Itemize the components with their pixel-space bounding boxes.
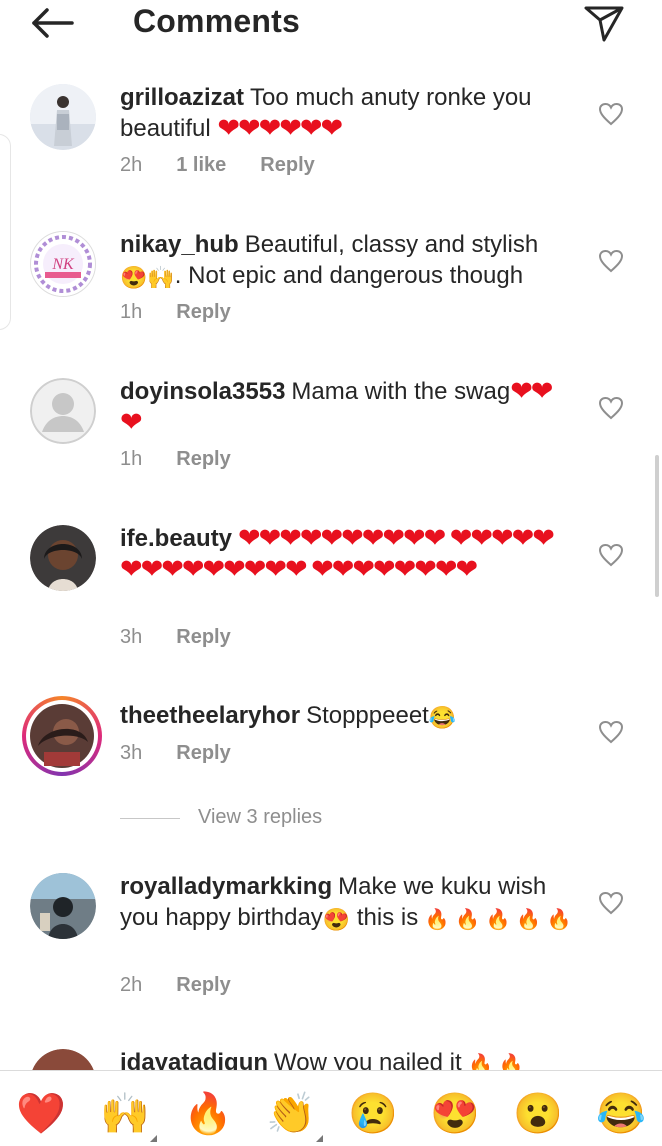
comment-username[interactable]: royalladymarkking	[120, 873, 332, 900]
comment-time: 1h	[120, 448, 143, 470]
avatar[interactable]	[22, 696, 102, 776]
comment-text: Beautiful, classy and stylish	[244, 231, 539, 258]
comment-time: 2h	[120, 154, 143, 176]
page-title: Comments	[133, 3, 300, 39]
comment-likes[interactable]: 1 like	[176, 154, 226, 176]
reply-button[interactable]: Reply	[176, 742, 230, 764]
comment-username[interactable]: nikay_hub	[120, 231, 239, 258]
laughing-emoji: 😂	[428, 705, 457, 730]
like-heart-icon[interactable]	[598, 102, 624, 126]
reaction-heart-eyes[interactable]: 😍	[430, 1089, 480, 1139]
heart-eyes-emoji: 😍	[322, 907, 351, 932]
fire-emoji: 🔥 🔥 🔥 🔥 🔥	[424, 909, 572, 931]
reply-button[interactable]: Reply	[176, 301, 230, 323]
reaction-raised-hands[interactable]: 🙌	[100, 1089, 150, 1139]
comment-time: 3h	[120, 626, 143, 648]
heart-eyes-emoji: 😍🙌	[120, 265, 175, 290]
avatar[interactable]	[30, 525, 96, 591]
avatar[interactable]	[30, 873, 96, 939]
reply-button[interactable]: Reply	[260, 154, 314, 176]
view-replies-label: View 3 replies	[198, 806, 323, 828]
back-arrow-icon[interactable]	[30, 6, 76, 40]
comment-text: this is	[350, 904, 425, 931]
avatar[interactable]	[30, 84, 96, 150]
comment-text: Stopppeeet	[306, 702, 429, 729]
comment-time: 1h	[120, 301, 143, 323]
comment-username[interactable]: doyinsola3553	[120, 378, 285, 405]
like-heart-icon[interactable]	[598, 720, 624, 744]
like-heart-icon[interactable]	[598, 891, 624, 915]
like-heart-icon[interactable]	[598, 249, 624, 273]
reply-button[interactable]: Reply	[176, 626, 230, 648]
side-panel-handle[interactable]	[0, 134, 11, 330]
reaction-fire[interactable]: 🔥	[183, 1089, 233, 1139]
reaction-heart[interactable]: ❤️	[16, 1089, 66, 1139]
variant-indicator-icon	[316, 1135, 323, 1142]
svg-text:NK: NK	[51, 256, 75, 273]
comment-username[interactable]: ife.beauty	[120, 525, 232, 552]
comment-username[interactable]: grilloazizat	[120, 84, 244, 111]
variant-indicator-icon	[150, 1135, 157, 1142]
comment-text: . Not epic and dangerous though	[174, 262, 524, 289]
send-icon[interactable]	[582, 3, 626, 43]
reply-button[interactable]: Reply	[176, 448, 230, 470]
reaction-clapping[interactable]: 👏	[266, 1089, 316, 1139]
avatar[interactable]	[30, 378, 96, 444]
like-heart-icon[interactable]	[598, 396, 624, 420]
reply-button[interactable]: Reply	[176, 974, 230, 996]
reaction-surprised[interactable]: 😮	[513, 1089, 563, 1139]
emoji-reaction-bar: ❤️ 🙌 🔥 👏 😢 😍 😮 😂	[0, 1070, 662, 1146]
divider	[120, 818, 180, 819]
comment-text: Mama with the swag	[291, 378, 511, 405]
header: Comments	[0, 0, 662, 48]
comment-username[interactable]: theetheelaryhor	[120, 702, 300, 729]
like-heart-icon[interactable]	[598, 543, 624, 567]
red-heart-emoji: ❤❤❤❤❤❤	[217, 113, 343, 143]
comment-time: 2h	[120, 974, 143, 996]
comment-time: 3h	[120, 742, 143, 764]
avatar[interactable]: NK	[30, 231, 96, 297]
scrollbar[interactable]	[655, 455, 659, 597]
reaction-crying[interactable]: 😢	[348, 1089, 398, 1139]
reaction-laughing[interactable]: 😂	[596, 1089, 646, 1139]
